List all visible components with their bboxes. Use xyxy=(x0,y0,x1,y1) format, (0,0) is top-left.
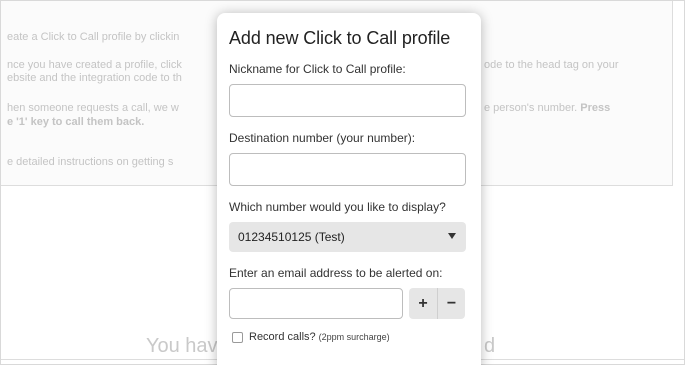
display-number-select[interactable]: 01234510125 (Test) xyxy=(229,222,466,252)
instructions-line: hen someone requests a call, we w xyxy=(7,102,179,114)
instructions-link-line[interactable]: e detailed instructions on getting s xyxy=(7,156,173,169)
record-calls-row: Record calls? (2ppm surcharge) xyxy=(229,331,468,343)
instructions-line: e '1' key to call them back. xyxy=(7,116,145,128)
empty-state-text: You hav xyxy=(146,335,218,357)
instructions-line: eate a Click to Call profile by clickin xyxy=(7,31,180,43)
instructions-line-right: ode to the head tag on your xyxy=(484,59,619,71)
instructions-line: ebsite and the integration code to th xyxy=(7,72,182,84)
add-email-button[interactable]: + xyxy=(409,288,437,319)
destination-label: Destination number (your number): xyxy=(229,131,416,145)
nickname-label: Nickname for Click to Call profile: xyxy=(229,62,406,76)
email-input[interactable] xyxy=(229,288,403,319)
display-number-label: Which number would you like to display? xyxy=(229,200,446,214)
caret-down-icon xyxy=(448,233,456,239)
instructions-line-right-bold: Press xyxy=(580,102,611,114)
instructions-line-right: e person's number. xyxy=(484,102,578,114)
record-calls-label: Record calls? xyxy=(249,331,316,343)
modal-title: Add new Click to Call profile xyxy=(229,28,451,48)
email-label: Enter an email address to be alerted on: xyxy=(229,266,443,280)
record-calls-note: (2ppm surcharge) xyxy=(318,332,390,342)
record-calls-checkbox[interactable] xyxy=(232,331,243,343)
remove-email-button[interactable]: − xyxy=(437,288,465,319)
nickname-input[interactable] xyxy=(229,84,466,117)
destination-number-input[interactable] xyxy=(229,153,466,186)
instructions-line: nce you have created a profile, click xyxy=(7,59,182,71)
empty-state-text-right: d xyxy=(484,335,496,357)
display-number-selected: 01234510125 (Test) xyxy=(238,230,345,244)
add-profile-modal: Add new Click to Call profile Nickname f… xyxy=(217,13,481,365)
